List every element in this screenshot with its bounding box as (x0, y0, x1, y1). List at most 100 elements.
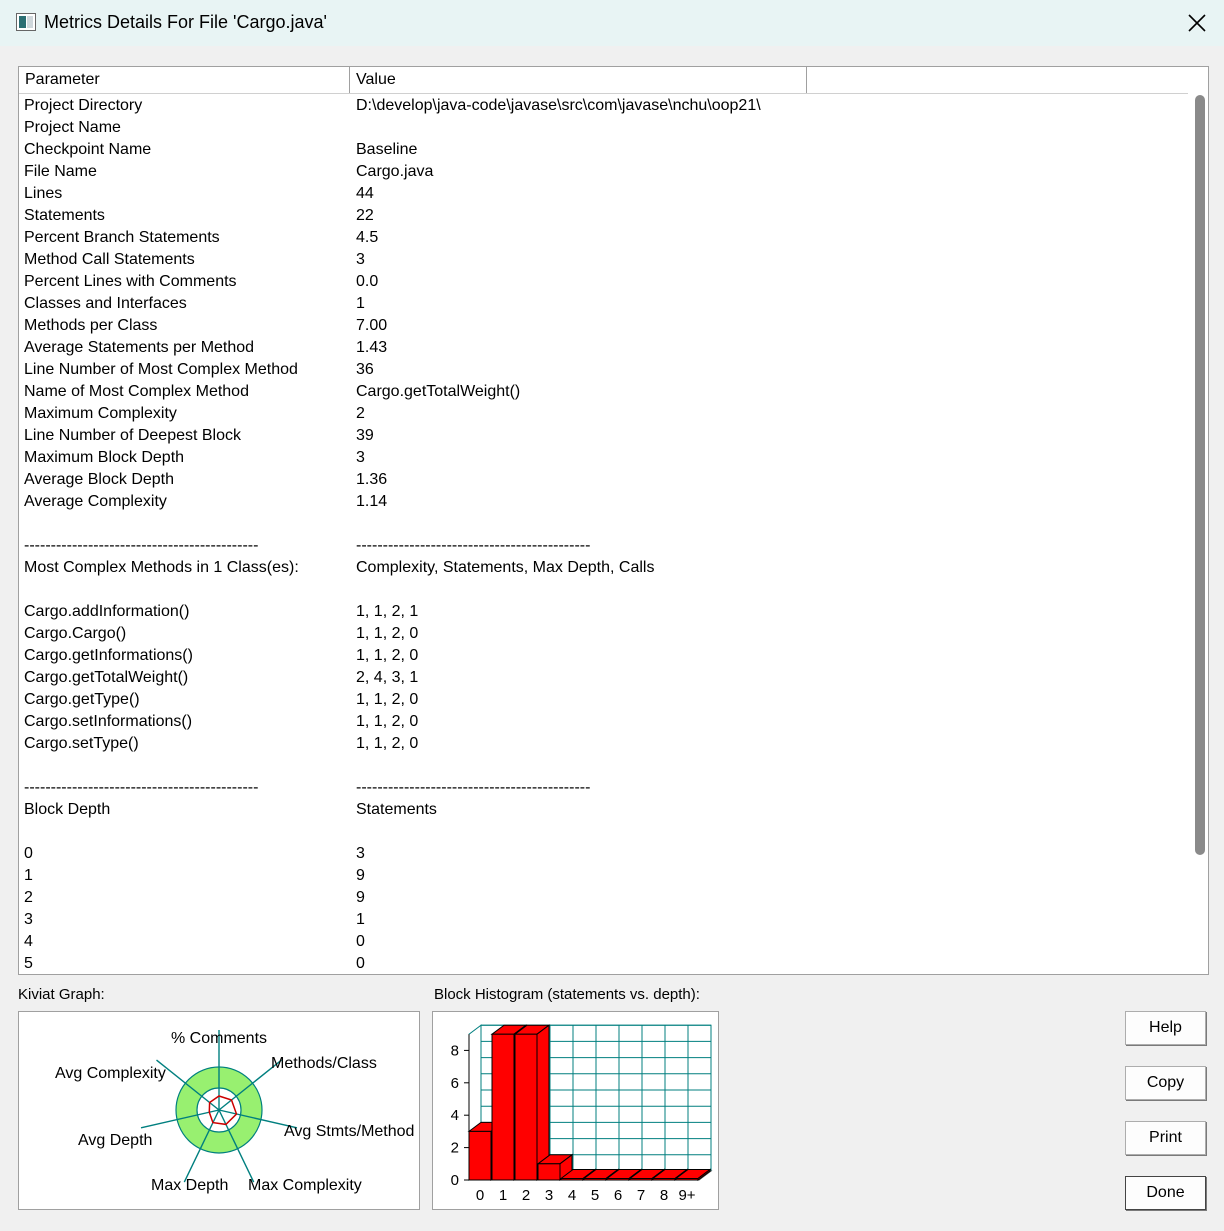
table-row[interactable]: Classes and Interfaces 1 (19, 293, 1189, 315)
histogram-x-tick-label: 9+ (678, 1187, 695, 1204)
value-cell: ----------------------------------------… (356, 537, 591, 554)
kiviat-axis-label: Avg Complexity (55, 1065, 166, 1082)
close-icon (1188, 14, 1206, 32)
table-row[interactable]: Percent Lines with Comments 0.0 (19, 271, 1189, 293)
parameter-cell: Average Block Depth (24, 471, 175, 488)
parameter-cell: ----------------------------------------… (24, 779, 259, 796)
table-row[interactable]: Project Directory D:\develop\java-code\ja… (19, 95, 1189, 117)
done-button[interactable]: Done (1125, 1176, 1206, 1210)
parameter-cell: Methods per Class (24, 317, 158, 334)
histogram-x-tick-label: 4 (568, 1187, 576, 1204)
value-cell: 3 (356, 845, 365, 862)
column-header-parameter[interactable]: Parameter (19, 67, 350, 93)
table-row[interactable]: Checkpoint Name Baseline (19, 139, 1189, 161)
table-row[interactable]: Cargo.Cargo() 1, 1, 2, 0 (19, 623, 1189, 645)
table-row[interactable]: Maximum Block Depth 3 (19, 447, 1189, 469)
table-row[interactable] (19, 513, 1189, 535)
value-cell: 22 (356, 207, 374, 224)
table-row[interactable]: Lines 44 (19, 183, 1189, 205)
table-row[interactable]: Cargo.addInformation() 1, 1, 2, 1 (19, 601, 1189, 623)
parameter-cell: Most Complex Methods in 1 Class(es): (24, 559, 299, 576)
table-row[interactable]: Most Complex Methods in 1 Class(es): Comp… (19, 557, 1189, 579)
parameter-cell: 3 (24, 911, 33, 928)
table-row[interactable]: Cargo.getTotalWeight() 2, 4, 3, 1 (19, 667, 1189, 689)
kiviat-axis-label: Max Complexity (248, 1177, 362, 1194)
parameter-cell: Line Number of Most Complex Method (24, 361, 298, 378)
parameter-cell: 5 (24, 955, 33, 972)
table-row[interactable] (19, 755, 1189, 777)
table-row[interactable]: 31 (19, 909, 1189, 931)
table-row[interactable]: Method Call Statements 3 (19, 249, 1189, 271)
value-cell: 2 (356, 405, 365, 422)
histogram-bar (491, 1033, 515, 1181)
parameter-cell: ----------------------------------------… (24, 537, 259, 554)
parameter-cell: Name of Most Complex Method (24, 383, 249, 400)
table-row[interactable]: File Name Cargo.java (19, 161, 1189, 183)
histogram-x-tick-label: 1 (499, 1187, 507, 1204)
title-bar: Metrics Details For File 'Cargo.java' (0, 0, 1224, 46)
value-cell: 0 (356, 955, 365, 972)
value-cell: 9 (356, 867, 365, 884)
print-button[interactable]: Print (1125, 1121, 1206, 1155)
value-cell: 9 (356, 889, 365, 906)
value-cell: 1.14 (356, 493, 388, 510)
kiviat-axis-label: % Comments (171, 1030, 267, 1047)
parameter-cell: File Name (24, 163, 97, 180)
value-cell: 1 (356, 911, 365, 928)
table-row[interactable]: Average Statements per Method 1.43 (19, 337, 1189, 359)
table-row[interactable] (19, 579, 1189, 601)
table-row[interactable]: Average Complexity 1.14 (19, 491, 1189, 513)
histogram-y-tick-label: 2 (451, 1140, 459, 1157)
table-row[interactable]: ----------------------------------------… (19, 535, 1189, 557)
metrics-table[interactable]: Parameter Value Project Directory D:\deve… (18, 66, 1209, 975)
parameter-cell: Project Name (24, 119, 121, 136)
table-row[interactable]: 19 (19, 865, 1189, 887)
help-button[interactable]: Help (1125, 1011, 1206, 1045)
histogram-svg: 024680 1 2 3 4 5 6 7 8 9+ (451, 1024, 713, 1204)
table-row[interactable]: ----------------------------------------… (19, 777, 1189, 799)
table-row[interactable]: Cargo.setInformations() 1, 1, 2, 0 (19, 711, 1189, 733)
table-row[interactable]: 50 (19, 953, 1189, 974)
table-row[interactable]: 03 (19, 843, 1189, 865)
table-row[interactable]: Maximum Complexity 2 (19, 403, 1189, 425)
parameter-cell: Cargo.getInformations() (24, 647, 193, 664)
scrollbar-thumb[interactable] (1195, 95, 1205, 855)
table-row[interactable]: Name of Most Complex Method Cargo.getTota… (19, 381, 1189, 403)
table-row[interactable]: Percent Branch Statements 4.5 (19, 227, 1189, 249)
table-row[interactable]: Cargo.getInformations() 1, 1, 2, 0 (19, 645, 1189, 667)
histogram-y-tick-label: 8 (451, 1042, 459, 1059)
value-cell: 36 (356, 361, 374, 378)
table-row[interactable]: 29 (19, 887, 1189, 909)
value-cell: 1.43 (356, 339, 388, 356)
parameter-cell: Cargo.getType() (24, 691, 140, 708)
table-row[interactable]: Cargo.getType() 1, 1, 2, 0 (19, 689, 1189, 711)
table-row[interactable]: Line Number of Most Complex Method 36 (19, 359, 1189, 381)
kiviat-axis-label: Avg Stmts/Method (284, 1123, 414, 1140)
table-row[interactable]: Cargo.setType() 1, 1, 2, 0 (19, 733, 1189, 755)
table-row[interactable]: Block Depth Statements (19, 799, 1189, 821)
histogram-bar (583, 1178, 607, 1181)
value-cell: 7.00 (356, 317, 388, 334)
vertical-scrollbar[interactable] (1188, 93, 1208, 974)
table-row[interactable]: Line Number of Deepest Block 39 (19, 425, 1189, 447)
table-body: Project Directory D:\develop\java-code\ja… (19, 95, 1189, 974)
histogram-bar (629, 1178, 653, 1181)
histogram-x-tick-label: 5 (591, 1187, 599, 1204)
value-cell: 0.0 (356, 273, 379, 290)
table-row[interactable]: Project Name (19, 117, 1189, 139)
column-header-value[interactable]: Value (350, 67, 807, 93)
table-row[interactable]: 40 (19, 931, 1189, 953)
value-cell: 2, 4, 3, 1 (356, 669, 419, 686)
histogram-bar (560, 1178, 584, 1181)
histogram-x-tick-label: 6 (614, 1187, 622, 1204)
table-row[interactable] (19, 821, 1189, 843)
value-cell: 1, 1, 2, 0 (356, 625, 419, 642)
value-cell: 1, 1, 2, 1 (356, 603, 419, 620)
parameter-cell: Average Complexity (24, 493, 167, 510)
table-row[interactable]: Methods per Class 7.00 (19, 315, 1189, 337)
table-row[interactable]: Average Block Depth 1.36 (19, 469, 1189, 491)
copy-button[interactable]: Copy (1125, 1066, 1206, 1100)
table-row[interactable]: Statements 22 (19, 205, 1189, 227)
close-button[interactable] (1180, 8, 1214, 38)
parameter-cell: Cargo.getTotalWeight() (24, 669, 189, 686)
